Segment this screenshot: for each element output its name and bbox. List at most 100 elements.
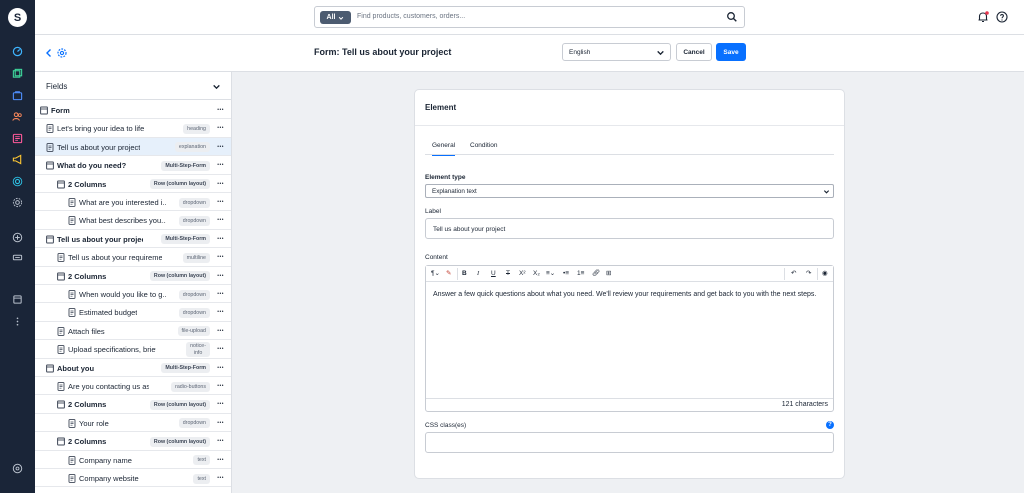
catalog-icon[interactable] bbox=[11, 67, 24, 80]
more-actions-icon[interactable]: ••• bbox=[217, 346, 224, 352]
tree-field-row[interactable]: What are you interested i... dropdown ••• bbox=[35, 193, 231, 212]
document-icon bbox=[68, 198, 76, 207]
more-actions-icon[interactable]: ••• bbox=[217, 438, 224, 444]
customers-icon[interactable] bbox=[11, 110, 24, 123]
redo-icon[interactable]: ↷ bbox=[806, 269, 811, 279]
more-actions-icon[interactable]: ••• bbox=[217, 291, 224, 297]
field-type-badge: file-upload bbox=[177, 326, 210, 337]
gear-icon[interactable] bbox=[56, 47, 68, 59]
language-select[interactable]: English bbox=[562, 43, 671, 61]
content-editor[interactable]: ¶⌄ ✎ B I U T X² X₂ ≡⌄ •≡ 1≡ 🔗︎ ⊞ ↶ ↷ ◉ A… bbox=[425, 265, 834, 412]
tab-condition[interactable]: Condition bbox=[470, 142, 497, 155]
save-button[interactable]: Save bbox=[716, 43, 746, 61]
tree-field-row[interactable]: When would you like to g... dropdown ••• bbox=[35, 285, 231, 304]
global-search[interactable]: All Find products, customers, orders... bbox=[314, 6, 745, 28]
align-icon[interactable]: ≡⌄ bbox=[546, 269, 555, 279]
more-actions-icon[interactable]: ••• bbox=[217, 420, 224, 426]
more-actions-icon[interactable]: ••• bbox=[217, 383, 224, 389]
tree-field-row[interactable]: Estimated budget dropdown ••• bbox=[35, 303, 231, 322]
tree-field-row[interactable]: Let's bring your idea to life heading ••• bbox=[35, 119, 231, 138]
orders-icon[interactable] bbox=[11, 89, 24, 102]
sales-channel-icon[interactable] bbox=[11, 251, 24, 264]
shop-icon[interactable] bbox=[11, 293, 24, 306]
tree-row-label: 2 Columns bbox=[68, 179, 107, 189]
more-actions-icon[interactable]: ••• bbox=[217, 401, 224, 407]
unordered-list-icon[interactable]: •≡ bbox=[563, 269, 569, 279]
tree-field-row[interactable]: Attach files file-upload ••• bbox=[35, 322, 231, 341]
undo-icon[interactable]: ↶ bbox=[791, 269, 796, 279]
magic-wand-icon[interactable]: ✎ bbox=[446, 269, 451, 279]
content-icon[interactable] bbox=[11, 132, 24, 145]
more-actions-icon[interactable]: ••• bbox=[217, 457, 224, 463]
tree-group-row[interactable]: About you Multi-Step-Form ••• bbox=[35, 359, 231, 377]
more-actions-icon[interactable]: ••• bbox=[217, 365, 224, 371]
notifications-bell-icon[interactable] bbox=[976, 10, 990, 24]
more-actions-icon[interactable]: ••• bbox=[217, 254, 224, 260]
search-icon[interactable] bbox=[726, 11, 738, 23]
element-type-select[interactable]: Explanation text bbox=[425, 184, 834, 198]
more-actions-icon[interactable]: ••• bbox=[217, 107, 224, 113]
link-icon[interactable]: 🔗︎ bbox=[592, 269, 600, 279]
search-input[interactable]: Find products, customers, orders... bbox=[357, 13, 465, 20]
tree-field-row[interactable]: Upload specifications, brief, re... notic… bbox=[35, 340, 231, 359]
more-actions-icon[interactable]: ••• bbox=[217, 162, 224, 168]
add-sales-channel-icon[interactable] bbox=[11, 231, 24, 244]
tree-field-row[interactable]: Are you contacting us as? radio-buttons ••… bbox=[35, 377, 231, 396]
marketing-icon[interactable] bbox=[11, 153, 24, 166]
tree-group-row[interactable]: 2 Columns Row (column layout) ••• bbox=[35, 267, 231, 285]
extensions-icon[interactable] bbox=[11, 175, 24, 188]
ordered-list-icon[interactable]: 1≡ bbox=[577, 269, 584, 279]
settings-icon[interactable] bbox=[11, 196, 24, 209]
paragraph-format-icon[interactable]: ¶⌄ bbox=[431, 269, 440, 279]
content-text[interactable]: Answer a few quick questions about what … bbox=[433, 290, 828, 300]
strikethrough-icon[interactable]: T bbox=[506, 269, 510, 279]
tree-field-row[interactable]: Your role dropdown ••• bbox=[35, 414, 231, 433]
label-input[interactable]: Tell us about your project bbox=[425, 218, 834, 239]
dashboard-icon[interactable] bbox=[11, 45, 24, 58]
language-select-value: English bbox=[569, 49, 591, 56]
tree-group-row[interactable]: What do you need? Multi-Step-Form ••• bbox=[35, 156, 231, 175]
tree-group-row[interactable]: Form ••• bbox=[35, 101, 231, 120]
tree-group-row[interactable]: 2 Columns Row (column layout) ••• bbox=[35, 175, 231, 193]
underline-icon[interactable]: U bbox=[491, 269, 496, 279]
italic-icon[interactable]: I bbox=[477, 269, 479, 279]
fields-panel-header[interactable]: Fields bbox=[35, 72, 231, 100]
document-icon bbox=[57, 382, 65, 391]
help-info-icon[interactable]: ? bbox=[826, 421, 834, 429]
css-classes-input[interactable] bbox=[425, 432, 834, 453]
more-actions-icon[interactable]: ••• bbox=[217, 475, 224, 481]
tree-group-row[interactable]: 2 Columns Row (column layout) ••• bbox=[35, 395, 231, 414]
field-type-badge: Multi-Step-Form bbox=[161, 363, 210, 374]
more-actions-icon[interactable]: ••• bbox=[217, 328, 224, 334]
more-actions-icon[interactable]: ••• bbox=[217, 217, 224, 223]
tree-field-row[interactable]: Tell us about your project explanation ••• bbox=[35, 137, 231, 157]
more-actions-icon[interactable]: ••• bbox=[217, 125, 224, 131]
more-actions-icon[interactable]: ••• bbox=[217, 144, 224, 150]
tree-field-row[interactable]: Company name text ••• bbox=[35, 451, 231, 469]
tree-field-row[interactable]: Company website text ••• bbox=[35, 469, 231, 488]
code-view-icon[interactable]: ◉ bbox=[822, 269, 828, 279]
shopware-logo-icon[interactable]: S bbox=[8, 8, 27, 27]
subscript-icon[interactable]: X₂ bbox=[533, 269, 540, 279]
more-actions-icon[interactable]: ••• bbox=[217, 273, 224, 279]
chevron-down-icon[interactable] bbox=[212, 82, 221, 91]
field-type-badge: dropdown bbox=[178, 197, 210, 208]
tree-field-row[interactable]: Tell us about your requirements multiline… bbox=[35, 248, 231, 267]
more-actions-icon[interactable]: ••• bbox=[217, 309, 224, 315]
superscript-icon[interactable]: X² bbox=[519, 269, 526, 279]
more-actions-icon[interactable]: ••• bbox=[217, 199, 224, 205]
search-filter-dropdown[interactable]: All bbox=[320, 11, 351, 24]
more-icon[interactable] bbox=[11, 315, 24, 328]
tab-general[interactable]: General bbox=[432, 142, 456, 156]
tree-field-row[interactable]: What best describes you... dropdown ••• bbox=[35, 211, 231, 230]
bold-icon[interactable]: B bbox=[462, 269, 467, 279]
back-arrow-icon[interactable] bbox=[43, 47, 55, 59]
tree-group-row[interactable]: Tell us about your project Multi-Step-For… bbox=[35, 230, 231, 249]
tree-group-row[interactable]: 2 Columns Row (column layout) ••• bbox=[35, 432, 231, 451]
more-actions-icon[interactable]: ••• bbox=[217, 236, 224, 242]
cancel-button[interactable]: Cancel bbox=[676, 43, 712, 61]
more-actions-icon[interactable]: ••• bbox=[217, 181, 224, 187]
help-circle-icon[interactable] bbox=[995, 10, 1009, 24]
help-icon[interactable] bbox=[11, 462, 24, 475]
table-icon[interactable]: ⊞ bbox=[606, 269, 611, 279]
